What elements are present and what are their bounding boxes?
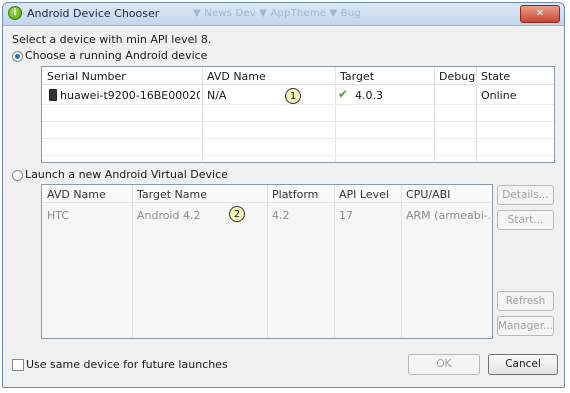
close-icon[interactable]: ✕ (520, 5, 560, 23)
launch-avd-radio[interactable] (12, 170, 23, 181)
column-header-api-level[interactable]: API Level (339, 188, 389, 201)
checkmark-icon: ✔ (338, 87, 349, 101)
avd-cpu-abi: ARM (armeabi-... (406, 209, 492, 222)
phone-icon (49, 89, 57, 101)
same-device-checkbox-label[interactable]: Use same device for future launches (26, 358, 228, 371)
refresh-button[interactable]: Refresh (497, 291, 554, 311)
launch-avd-radio-label[interactable]: Launch a new Android Virtual Device (25, 168, 228, 181)
column-header-state[interactable]: State (481, 70, 510, 83)
column-header-avd-name[interactable]: AVD Name (207, 70, 266, 83)
column-header-avd-name[interactable]: AVD Name (47, 188, 106, 201)
cancel-button[interactable]: Cancel (488, 354, 558, 375)
running-devices-table: Serial Number AVD Name Target Debug Stat… (41, 66, 555, 163)
column-header-debug[interactable]: Debug (439, 70, 475, 83)
device-state: Online (481, 89, 517, 102)
intro-text: Select a device with min API level 8. (12, 33, 212, 46)
column-header-cpu-abi[interactable]: CPU/ABI (406, 188, 450, 201)
running-device-radio[interactable] (12, 51, 23, 62)
avd-table: AVD Name Target Name Platform API Level … (41, 184, 493, 339)
ok-button[interactable]: OK (408, 354, 480, 375)
avd-platform: 4.2 (272, 209, 290, 222)
column-header-target-name[interactable]: Target Name (137, 188, 207, 201)
device-target: 4.0.3 (355, 89, 383, 102)
start-button[interactable]: Start... (497, 210, 554, 230)
annotation-badge-2: 2 (229, 206, 245, 222)
column-header-platform[interactable]: Platform (272, 188, 318, 201)
column-header-serial[interactable]: Serial Number (47, 70, 126, 83)
avd-name: HTC (47, 209, 70, 222)
avd-target-name: Android 4.2 (137, 209, 201, 222)
device-serial: huawei-t9200-16BE0002000... (60, 89, 200, 102)
details-button[interactable]: Details... (497, 185, 554, 205)
android-app-icon: i (8, 6, 22, 20)
background-taskbar-text: ▼ News Dev ▼ AppTheme ▼ Bug (193, 8, 361, 19)
manager-button[interactable]: Manager... (497, 316, 554, 336)
device-chooser-window: i Android Device Chooser ▼ News Dev ▼ Ap… (2, 2, 565, 388)
same-device-checkbox[interactable] (12, 359, 24, 371)
running-device-radio-label[interactable]: Choose a running Android device (25, 49, 207, 62)
running-table-header: Serial Number AVD Name Target Debug Stat… (42, 67, 554, 85)
window-title: Android Device Chooser (27, 7, 160, 20)
annotation-badge-1: 1 (285, 88, 301, 104)
avd-api-level: 17 (339, 209, 353, 222)
column-header-target[interactable]: Target (340, 70, 374, 83)
device-avd-name: N/A (207, 89, 227, 102)
title-bar: i Android Device Chooser ▼ News Dev ▼ Ap… (3, 3, 564, 26)
